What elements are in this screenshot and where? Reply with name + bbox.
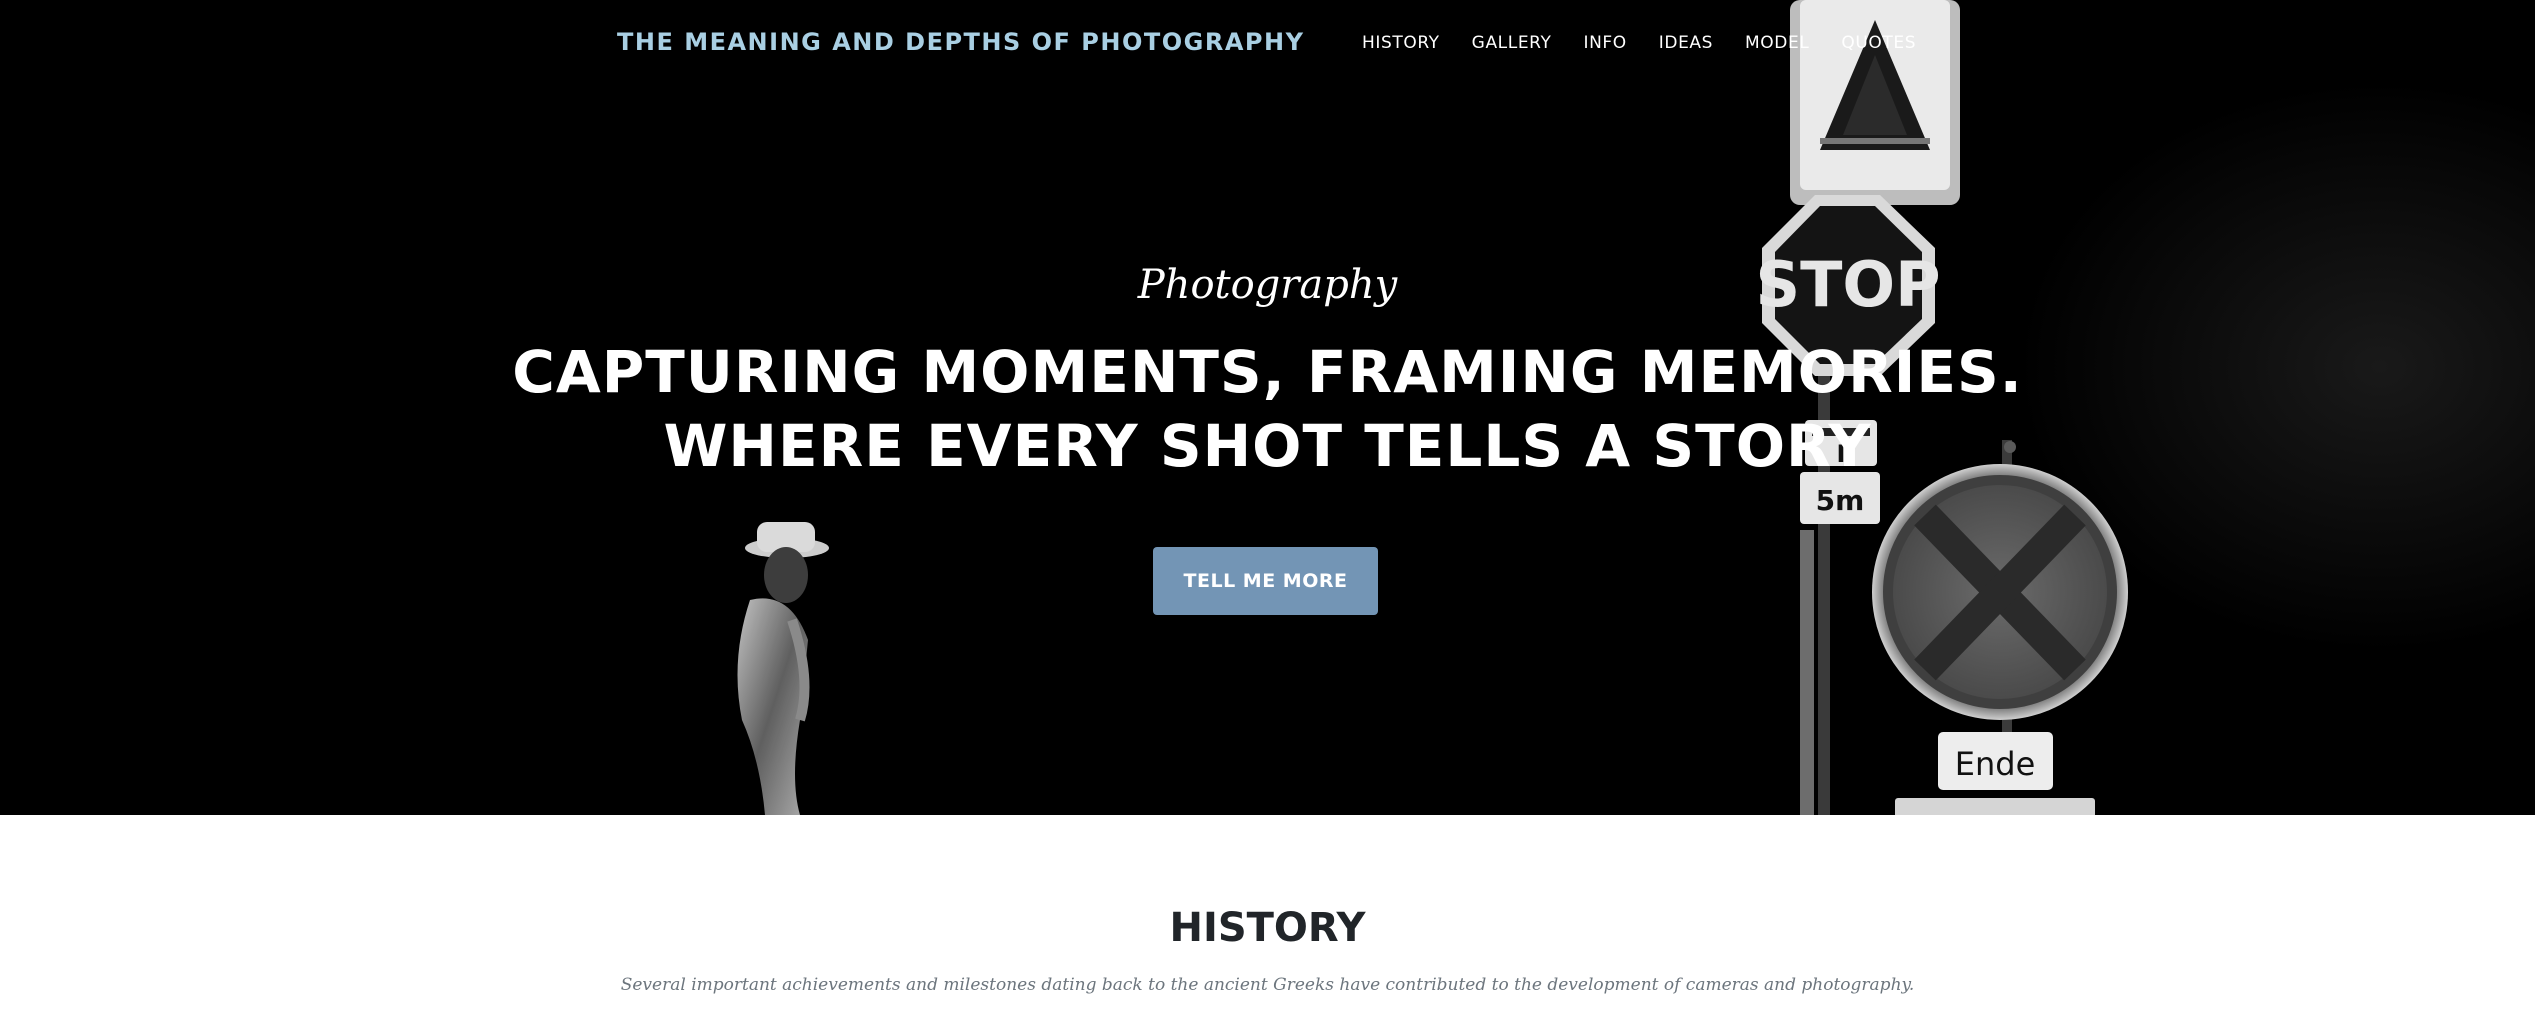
hero-subheading: Photography [1137, 262, 1398, 308]
svg-text:Ende: Ende [1955, 745, 2036, 783]
main-navbar: THE MEANING AND DEPTHS OF PHOTOGRAPHY HI… [0, 0, 2535, 90]
history-heading: HISTORY [1169, 905, 1366, 951]
hero-heading: Capturing moments, framing memories. Whe… [0, 335, 2535, 483]
hero-heading-line-1: Capturing moments, framing memories. [512, 338, 2023, 406]
nav-item-gallery[interactable]: GALLERY [1472, 33, 1552, 53]
tell-me-more-button[interactable]: TELL ME MORE [1153, 547, 1378, 615]
hero-heading-line-2: Where every shot tells a story [663, 412, 1872, 480]
history-subheading: Several important achievements and miles… [620, 975, 1915, 995]
nav-item-quotes[interactable]: QUOTES [1841, 33, 1916, 53]
nav-item-info[interactable]: INFO [1583, 33, 1626, 53]
nav-item-ideas[interactable]: IDEAS [1659, 33, 1713, 53]
nav-item-model[interactable]: MODEL [1745, 33, 1809, 53]
hero-section: STOP I 5m Ende THE MEANING AND DEPTHS OF… [0, 0, 2535, 815]
brand-link[interactable]: THE MEANING AND DEPTHS OF PHOTOGRAPHY [617, 28, 1304, 56]
svg-text:5m: 5m [1816, 484, 1865, 517]
nav-menu: HISTORY GALLERY INFO IDEAS MODEL QUOTES [1362, 33, 1948, 53]
nav-item-history[interactable]: HISTORY [1362, 33, 1440, 53]
